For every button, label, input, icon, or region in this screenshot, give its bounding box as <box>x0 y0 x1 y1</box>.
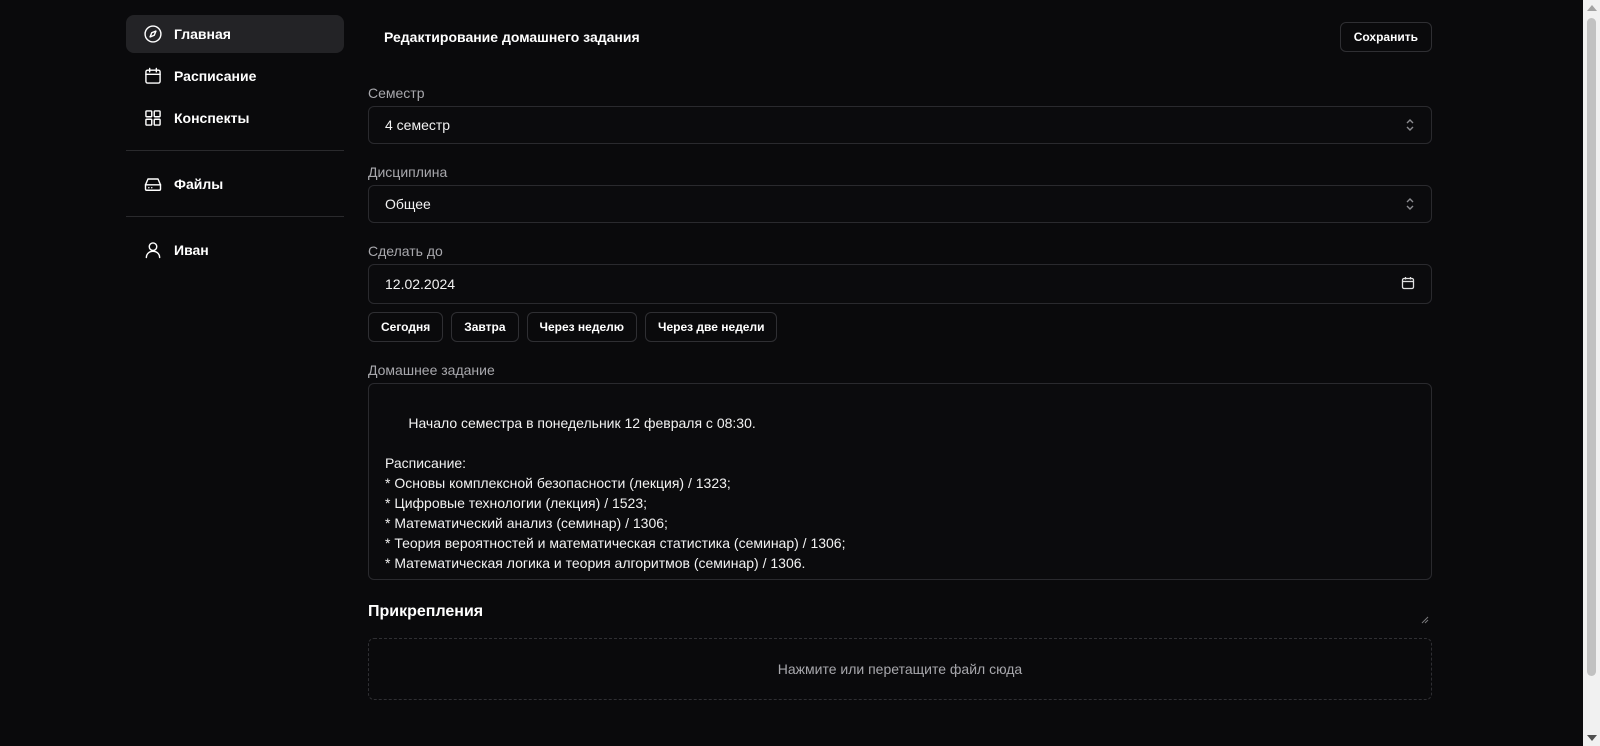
sidebar-item-label: Иван <box>174 242 209 258</box>
dropzone-text: Нажмите или перетащите файл сюда <box>777 661 1023 677</box>
today-button[interactable]: Сегодня <box>368 312 444 342</box>
due-date-input[interactable]: 12.02.2024 <box>368 264 1432 304</box>
chevrons-up-down-icon <box>1405 118 1415 132</box>
calendar-icon <box>143 66 163 86</box>
sidebar-item-label: Главная <box>174 26 231 42</box>
page-header: Редактирование домашнего задания Сохрани… <box>368 22 1432 52</box>
calendar-picker-icon[interactable] <box>1401 276 1415 293</box>
sidebar-divider <box>126 150 344 151</box>
resize-handle-icon[interactable] <box>1421 569 1429 624</box>
sidebar-divider <box>126 216 344 217</box>
semester-label: Семестр <box>368 85 425 101</box>
sidebar-item-notes[interactable]: Конспекты <box>126 99 344 137</box>
save-button[interactable]: Сохранить <box>1339 22 1432 52</box>
discipline-label: Дисциплина <box>368 164 448 180</box>
grid-icon <box>143 108 163 128</box>
sidebar-item-label: Расписание <box>174 68 257 84</box>
quick-date-buttons: Сегодня Завтра Через неделю Через две не… <box>368 312 1432 342</box>
due-date-value: 12.02.2024 <box>385 276 456 292</box>
page-scrollbar[interactable] <box>1583 0 1600 746</box>
compass-icon <box>143 24 163 44</box>
due-date-label: Сделать до <box>368 243 443 259</box>
attachments-title: Прикрепления <box>368 603 484 620</box>
discipline-value: Общее <box>385 196 431 212</box>
hard-drive-icon <box>143 174 163 194</box>
sidebar-item-profile[interactable]: Иван <box>126 231 344 269</box>
tomorrow-button[interactable]: Завтра <box>451 312 519 342</box>
sidebar-item-files[interactable]: Файлы <box>126 165 344 203</box>
in-two-weeks-button[interactable]: Через две недели <box>645 312 778 342</box>
sidebar-item-home[interactable]: Главная <box>126 15 344 53</box>
sidebar: Главная Расписание Конспекты Файлы Иван <box>126 15 344 273</box>
discipline-group: Дисциплина Общее <box>368 163 1432 223</box>
page-title: Редактирование домашнего задания <box>384 29 640 45</box>
file-dropzone[interactable]: Нажмите или перетащите файл сюда <box>368 638 1432 700</box>
semester-select[interactable]: 4 семестр <box>368 106 1432 144</box>
sidebar-item-label: Файлы <box>174 176 224 192</box>
sidebar-item-schedule[interactable]: Расписание <box>126 57 344 95</box>
scroll-down-arrow-icon[interactable] <box>1587 735 1597 741</box>
chevrons-up-down-icon <box>1405 197 1415 211</box>
in-a-week-button[interactable]: Через неделю <box>526 312 638 342</box>
due-date-group: Сделать до 12.02.2024 <box>368 242 1432 304</box>
homework-textarea[interactable]: Начало семестра в понедельник 12 февраля… <box>368 383 1432 624</box>
semester-group: Семестр 4 семестр <box>368 84 1432 144</box>
homework-group: Домашнее задание Начало семестра в понед… <box>368 361 1432 624</box>
user-icon <box>143 240 163 260</box>
main-content: Редактирование домашнего задания Сохрани… <box>368 22 1432 700</box>
semester-value: 4 семестр <box>385 117 451 133</box>
scroll-thumb[interactable] <box>1587 18 1596 676</box>
discipline-select[interactable]: Общее <box>368 185 1432 223</box>
homework-label: Домашнее задание <box>368 362 495 378</box>
homework-text: Начало семестра в понедельник 12 февраля… <box>385 415 846 571</box>
scroll-up-arrow-icon[interactable] <box>1587 5 1597 11</box>
sidebar-item-label: Конспекты <box>174 110 250 126</box>
